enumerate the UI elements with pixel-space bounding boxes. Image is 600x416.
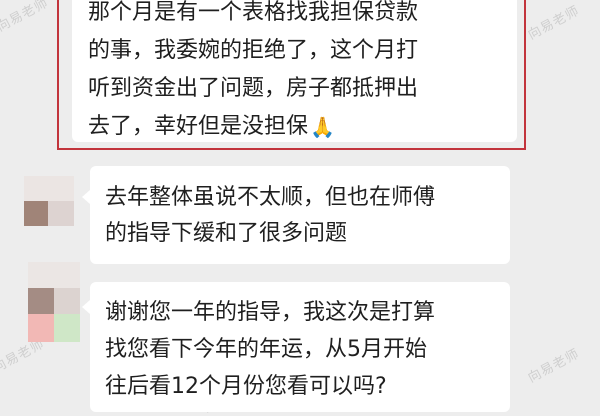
message-bubble[interactable]: 去年整体虽说不太顺，但也在师傅 的指导下缓和了很多问题	[90, 166, 510, 264]
avatar-mosaic	[28, 314, 54, 342]
avatar-mosaic	[48, 201, 74, 226]
watermark: 向易老师	[525, 3, 583, 44]
message-line: 找您看下今年的年运，从5月开始	[105, 337, 427, 362]
avatar-mosaic	[28, 288, 54, 314]
avatar-mosaic	[24, 176, 74, 201]
avatar[interactable]	[28, 262, 80, 342]
message-bubble[interactable]: 谢谢您一年的指导，我这次是打算 找您看下今年的年运，从5月开始 往后看12个月份…	[90, 282, 510, 412]
avatar-mosaic	[54, 288, 80, 314]
watermark: 向易老师	[0, 0, 52, 36]
avatar[interactable]	[24, 176, 74, 226]
message-line: 往后看12个月份您看可以吗?	[105, 374, 387, 399]
avatar-mosaic	[24, 201, 48, 226]
message-line: 去年整体虽说不太顺，但也在师傅	[105, 185, 436, 210]
highlight-box	[57, 0, 526, 150]
message-line: 谢谢您一年的指导，我这次是打算	[105, 300, 436, 325]
avatar-mosaic	[54, 314, 80, 342]
avatar-mosaic	[28, 262, 80, 288]
bubble-tail	[82, 300, 90, 314]
message-line: 的指导下缓和了很多问题	[105, 221, 348, 246]
watermark: 向易老师	[525, 346, 583, 387]
bubble-tail	[82, 190, 90, 204]
